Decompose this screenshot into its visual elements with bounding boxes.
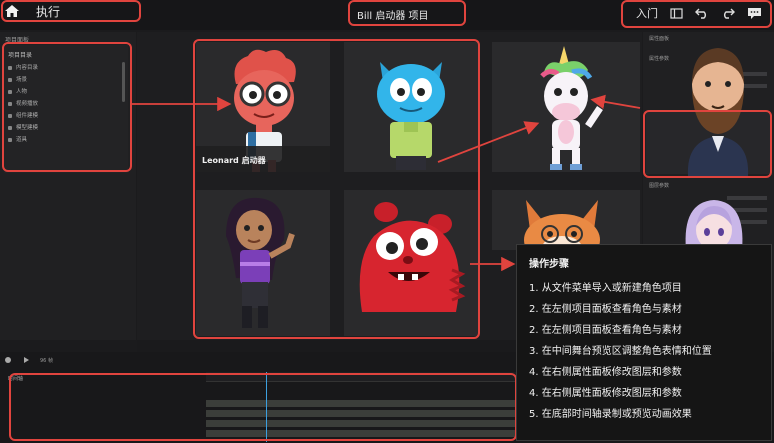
step-item: 2. 在左侧项目面板查看角色与素材 — [529, 325, 682, 336]
step-item: 4. 在右侧属性面板修改图层和参数 — [529, 367, 682, 378]
steps-title: 操作步骤 — [529, 259, 569, 270]
step-item: 3. 在中间舞台预览区调整角色表情和位置 — [529, 346, 712, 357]
step-item: 4. 在右侧属性面板修改图层和参数 — [529, 388, 682, 399]
step-item: 2. 在左侧项目面板查看角色与素材 — [529, 304, 682, 315]
step-item: 5. 在底部时间轴录制或预览动画效果 — [529, 409, 692, 420]
steps-panel: 操作步骤 1. 从文件菜单导入或新建角色项目 2. 在左侧项目面板查看角色与素材… — [516, 244, 772, 441]
step-item: 1. 从文件菜单导入或新建角色项目 — [529, 283, 682, 294]
